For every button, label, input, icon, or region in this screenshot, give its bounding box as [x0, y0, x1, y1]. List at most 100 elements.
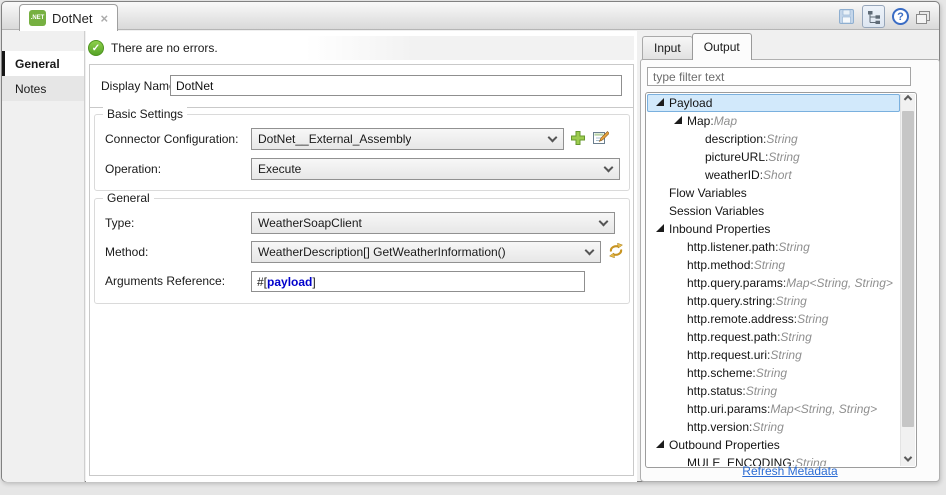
tree-node-type: Map<String, String> [770, 402, 878, 416]
expression-prefix: #[ [257, 274, 268, 289]
status-message: There are no errors. [111, 41, 218, 55]
tree-node-type: String [766, 132, 798, 146]
tab-input-label: Input [654, 41, 681, 55]
tree-node-http-version[interactable]: http.version : String [647, 418, 900, 436]
editor-panel: There are no errors. Display Name: Basic… [86, 31, 637, 482]
tree-node-http-scheme[interactable]: http.scheme : String [647, 364, 900, 382]
tree-node-type: String [780, 330, 812, 344]
sidebar-item-notes-label: Notes [15, 81, 47, 96]
filter-input[interactable] [647, 67, 911, 86]
tree-node-label: Outbound Properties [669, 438, 780, 452]
tree-node-label: description [705, 132, 764, 146]
expand-arrow-icon[interactable] [654, 442, 669, 448]
chevron-down-icon [598, 216, 609, 226]
tree-node-type: String [755, 366, 788, 380]
connector-configuration-label: Connector Configuration: [105, 132, 239, 146]
tree-node-type: String [745, 384, 778, 398]
tree-node-type: String [775, 294, 807, 308]
arguments-reference-label: Arguments Reference: [105, 274, 226, 288]
method-label: Method: [105, 245, 149, 259]
tree-node-http-listener-path[interactable]: http.listener.path : String [647, 238, 900, 256]
expand-arrow-icon[interactable] [672, 118, 687, 124]
properties-window: .NET DotNet × ? General Notes ✓ There ar… [1, 1, 940, 482]
tree-node-http-query-params[interactable]: http.query.params : Map<String, String> [647, 274, 900, 292]
tree-node-label: http.method [687, 258, 751, 272]
method-select[interactable]: WeatherDescription[] GetWeatherInformati… [251, 241, 601, 263]
tab-close-icon[interactable]: × [100, 11, 108, 26]
toolbar [838, 4, 930, 29]
tree-node-type: String [770, 348, 802, 362]
help-icon[interactable] [892, 8, 909, 25]
scrollbar-thumb[interactable] [902, 111, 914, 427]
tree-node-type: String [797, 312, 829, 326]
operation-select[interactable]: Execute [251, 158, 620, 180]
status-row: There are no errors. [86, 36, 634, 60]
sidebar-item-general-label: General [15, 56, 60, 71]
tree-node-label: http.status [687, 384, 743, 398]
tree-node-type: String [768, 150, 800, 164]
tree-node-label: Inbound Properties [669, 222, 771, 236]
edit-configuration-button[interactable] [592, 130, 610, 149]
tab-output-label: Output [703, 40, 740, 54]
tree-node-label: weatherID [705, 168, 760, 182]
no-errors-check-icon [88, 40, 104, 56]
tree-node-http-status[interactable]: http.status : String [647, 382, 900, 400]
method-value: WeatherDescription[] GetWeatherInformati… [258, 245, 506, 259]
refresh-metadata-link[interactable]: Refresh Metadata [641, 464, 939, 478]
tree-node-weatherid[interactable]: weatherID : Short [647, 166, 900, 184]
sidebar: General Notes [2, 31, 85, 482]
tree-node-outbound-properties[interactable]: Outbound Properties [647, 436, 900, 454]
expand-arrow-icon[interactable] [654, 100, 669, 106]
form-box: Display Name: Basic Settings Connector C… [89, 64, 634, 476]
tree-node-session-variables[interactable]: Session Variables [647, 202, 900, 220]
connector-configuration-select[interactable]: DotNet__External_Assembly [251, 128, 564, 150]
tree-node-label: Session Variables [669, 204, 765, 218]
tree-node-http-uri-params[interactable]: http.uri.params : Map<String, String> [647, 400, 900, 418]
display-name-row: Display Name: [90, 65, 633, 108]
type-select[interactable]: WeatherSoapClient [251, 212, 615, 234]
general-group: General Type: WeatherSoapClient Method: … [94, 191, 630, 304]
tree-node-http-request-path[interactable]: http.request.path : String [647, 328, 900, 346]
tree-node-http-request-uri[interactable]: http.request.uri : String [647, 346, 900, 364]
titlebar: .NET DotNet × [2, 2, 939, 31]
tree-node-label: http.query.string [687, 294, 773, 308]
tree-view-icon[interactable] [862, 5, 885, 28]
expand-arrow-icon[interactable] [654, 226, 669, 232]
tree-node-payload[interactable]: Payload [647, 94, 900, 112]
tree-node-label: http.remote.address [687, 312, 794, 326]
refresh-methods-button[interactable] [607, 242, 625, 262]
dotnet-icon: .NET [29, 10, 46, 26]
tab-output[interactable]: Output [691, 33, 752, 60]
tree-node-map[interactable]: Map : Map [647, 112, 900, 130]
arguments-reference-input[interactable]: #[payload] [251, 271, 585, 292]
sidebar-item-notes[interactable]: Notes [2, 76, 84, 101]
tree-node-label: http.version [687, 420, 750, 434]
tree-node-pictureurl[interactable]: pictureURL : String [647, 148, 900, 166]
add-configuration-button[interactable] [570, 130, 586, 149]
chevron-down-icon [584, 245, 595, 255]
expression-keyword: payload [267, 274, 313, 289]
scroll-up-icon[interactable] [901, 94, 915, 109]
sidebar-item-general[interactable]: General [2, 51, 84, 76]
tree-node-description[interactable]: description : String [647, 130, 900, 148]
tree-node-http-query-string[interactable]: http.query.string : String [647, 292, 900, 310]
editor-tab-dotnet[interactable]: .NET DotNet × [19, 4, 119, 31]
metadata-tabs: Input Output [642, 33, 752, 60]
tree-node-http-method[interactable]: http.method : String [647, 256, 900, 274]
display-name-input[interactable] [170, 75, 622, 96]
vertical-scrollbar[interactable] [900, 94, 915, 466]
save-icon[interactable] [838, 8, 855, 25]
tree-node-type: String [778, 240, 810, 254]
tree-node-flow-variables[interactable]: Flow Variables [647, 184, 900, 202]
tab-input[interactable]: Input [642, 36, 693, 60]
tree-node-label: Payload [669, 96, 713, 110]
tree-node-http-remote-address[interactable]: http.remote.address : String [647, 310, 900, 328]
tree-node-label: pictureURL [705, 150, 766, 164]
tree-node-inbound-properties[interactable]: Inbound Properties [647, 220, 900, 238]
tree-node-type: Map [713, 114, 738, 128]
operation-label: Operation: [105, 162, 162, 176]
tree-node-type: Map<String, String> [786, 276, 893, 290]
restore-window-icon[interactable] [916, 10, 930, 24]
chevron-down-icon [547, 132, 558, 142]
tree-node-label: http.scheme [687, 366, 753, 380]
